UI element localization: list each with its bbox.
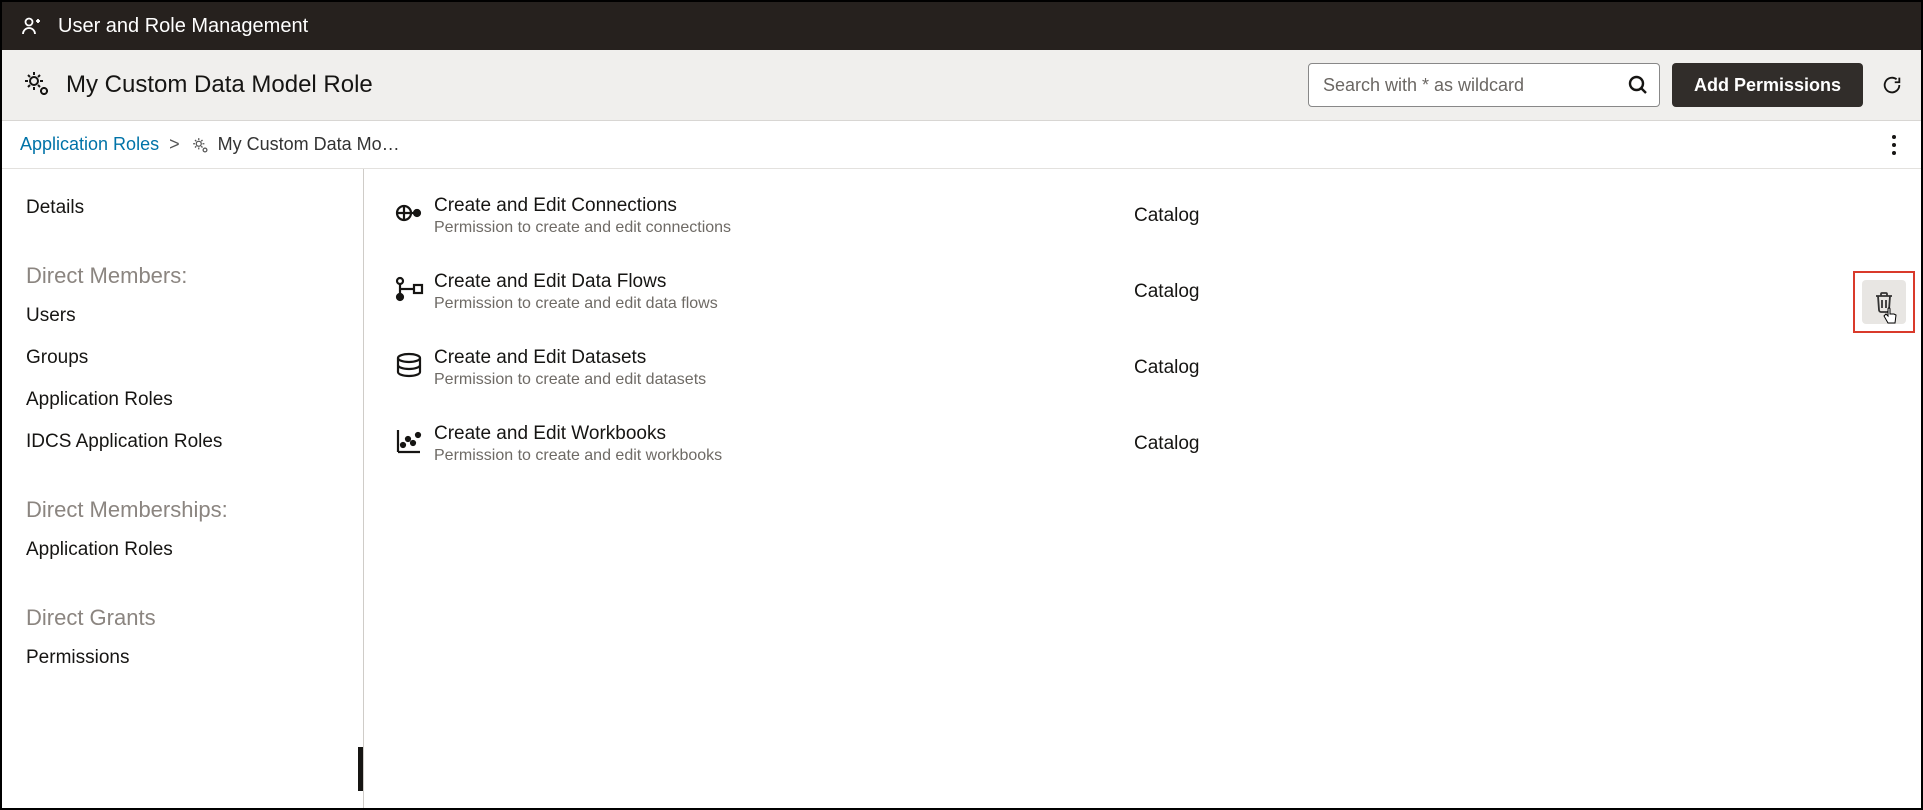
breadcrumb-separator: > (169, 134, 180, 155)
permission-category: Catalog (1134, 195, 1200, 227)
permissions-list: Create and Edit Connections Permission t… (364, 169, 1921, 808)
add-permissions-button[interactable]: Add Permissions (1672, 63, 1863, 107)
user-role-icon (20, 14, 44, 38)
sidebar-heading-grants: Direct Grants (26, 571, 363, 637)
title-bar: User and Role Management (2, 2, 1921, 50)
sidebar-item-idcs-application-roles[interactable]: IDCS Application Roles (26, 421, 363, 463)
sidebar-item-permissions[interactable]: Permissions (26, 637, 363, 679)
breadcrumb: Application Roles > My Custom Data Mo… (2, 121, 1921, 169)
sidebar-item-details[interactable]: Details (26, 187, 363, 229)
sidebar-heading-memberships: Direct Memberships: (26, 463, 363, 529)
sidebar-item-membership-application-roles[interactable]: Application Roles (26, 529, 363, 571)
connection-icon (384, 195, 434, 229)
permission-title: Create and Edit Connections (434, 195, 1134, 217)
dataflow-icon (384, 271, 434, 305)
breadcrumb-current: My Custom Data Mo… (218, 134, 400, 155)
delete-highlight-box (1853, 271, 1915, 333)
search-input[interactable] (1308, 63, 1660, 107)
page-header: My Custom Data Model Role Add Permission… (2, 50, 1921, 121)
permission-category: Catalog (1134, 347, 1200, 379)
more-menu-icon[interactable] (1885, 128, 1903, 162)
permission-title: Create and Edit Workbooks (434, 423, 1134, 445)
permission-category: Catalog (1134, 423, 1200, 455)
permission-row: Create and Edit Datasets Permission to c… (384, 337, 1903, 413)
sidebar: Details Direct Members: Users Groups App… (2, 169, 364, 808)
delete-permission-button[interactable] (1862, 280, 1906, 324)
sidebar-item-application-roles[interactable]: Application Roles (26, 379, 363, 421)
sidebar-heading-members: Direct Members: (26, 229, 363, 295)
permission-description: Permission to create and edit data flows (434, 295, 1134, 313)
sidebar-item-groups[interactable]: Groups (26, 337, 363, 379)
cursor-hand-icon (1882, 307, 1898, 328)
workbook-icon (384, 423, 434, 457)
permission-category: Catalog (1134, 271, 1200, 303)
permission-row: Create and Edit Connections Permission t… (384, 185, 1903, 261)
sidebar-item-users[interactable]: Users (26, 295, 363, 337)
refresh-icon[interactable] (1881, 74, 1903, 96)
role-gear-icon (20, 67, 52, 104)
search-icon[interactable] (1626, 73, 1650, 97)
breadcrumb-gear-icon (190, 135, 210, 155)
permission-description: Permission to create and edit connection… (434, 219, 1134, 237)
permission-title: Create and Edit Data Flows (434, 271, 1134, 293)
search-container (1308, 63, 1660, 107)
permission-description: Permission to create and edit datasets (434, 371, 1134, 389)
title-bar-label: User and Role Management (58, 15, 308, 38)
dataset-icon (384, 347, 434, 381)
permission-row: Create and Edit Data Flows Permission to… (384, 261, 1903, 337)
page-title: My Custom Data Model Role (66, 71, 373, 99)
breadcrumb-parent-link[interactable]: Application Roles (20, 134, 159, 155)
sidebar-selected-indicator (358, 747, 363, 791)
permission-title: Create and Edit Datasets (434, 347, 1134, 369)
permission-row: Create and Edit Workbooks Permission to … (384, 413, 1903, 489)
permission-description: Permission to create and edit workbooks (434, 447, 1134, 465)
